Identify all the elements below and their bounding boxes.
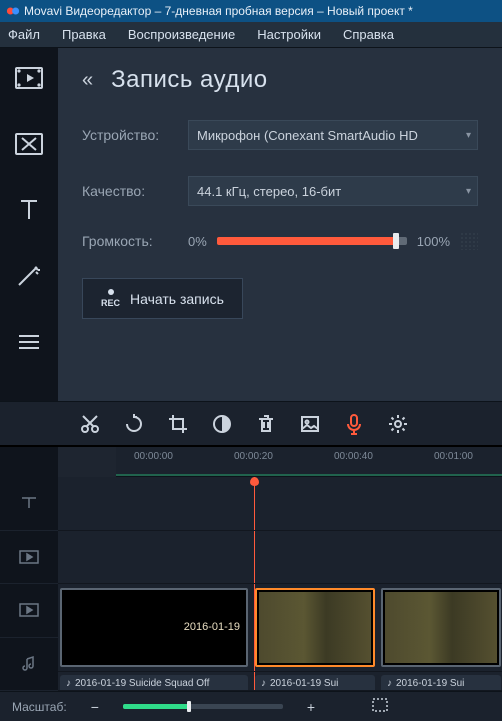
volume-slider[interactable] bbox=[217, 237, 407, 245]
volume-meter-icon bbox=[460, 232, 478, 250]
mode-effects[interactable] bbox=[11, 258, 47, 294]
crop-button[interactable] bbox=[158, 404, 198, 444]
zoom-label: Масштаб: bbox=[12, 700, 67, 714]
color-adjust-button[interactable] bbox=[202, 404, 242, 444]
device-label: Устройство: bbox=[82, 127, 178, 143]
menu-play[interactable]: Воспроизведение bbox=[128, 27, 235, 42]
timeline-ruler[interactable]: 00:00:00 00:00:20 00:00:40 00:01:00 bbox=[116, 447, 502, 477]
clip-properties-button[interactable] bbox=[378, 404, 418, 444]
mode-import[interactable] bbox=[11, 60, 47, 96]
record-audio-button[interactable] bbox=[334, 404, 374, 444]
panel-title: Запись аудио bbox=[111, 66, 267, 94]
image-properties-button[interactable] bbox=[290, 404, 330, 444]
overlay-track bbox=[58, 531, 502, 585]
menu-settings[interactable]: Настройки bbox=[257, 27, 321, 42]
volume-zero: 0% bbox=[188, 234, 207, 249]
track-audio-icon[interactable] bbox=[0, 638, 58, 692]
timeline-toolbar bbox=[0, 401, 502, 447]
mode-transitions[interactable] bbox=[11, 126, 47, 162]
quality-label: Качество: bbox=[82, 183, 178, 199]
video-clip-2[interactable] bbox=[255, 588, 375, 667]
delete-button[interactable] bbox=[246, 404, 286, 444]
mode-more[interactable] bbox=[11, 324, 47, 360]
menu-help[interactable]: Справка bbox=[343, 27, 394, 42]
track-video-icon[interactable] bbox=[0, 584, 58, 638]
video-clip-1[interactable]: 2016-01-19 bbox=[60, 588, 248, 667]
start-record-button[interactable]: REC Начать запись bbox=[82, 278, 243, 319]
zoom-out-button[interactable]: − bbox=[87, 699, 103, 715]
track-overlay-icon[interactable] bbox=[0, 531, 58, 585]
mode-sidebar bbox=[0, 48, 58, 401]
zoom-in-button[interactable]: + bbox=[303, 699, 319, 715]
rotate-button[interactable] bbox=[114, 404, 154, 444]
mode-titles[interactable] bbox=[11, 192, 47, 228]
zoom-bar: Масштаб: − + bbox=[0, 691, 502, 721]
menubar: Файл Правка Воспроизведение Настройки Сп… bbox=[0, 22, 502, 48]
volume-label: Громкость: bbox=[82, 233, 178, 249]
audio-record-panel: « Запись аудио Устройство: Микрофон (Con… bbox=[58, 48, 502, 401]
volume-full: 100% bbox=[417, 234, 450, 249]
device-select[interactable]: Микрофон (Conexant SmartAudio HD bbox=[188, 120, 478, 150]
track-headers bbox=[0, 477, 58, 691]
zoom-slider[interactable] bbox=[123, 704, 283, 709]
track-title-icon[interactable] bbox=[0, 477, 58, 531]
menu-file[interactable]: Файл bbox=[8, 27, 40, 42]
title-track bbox=[58, 477, 502, 531]
back-button[interactable]: « bbox=[82, 69, 93, 92]
audio-track bbox=[58, 672, 502, 691]
rec-icon: REC bbox=[101, 289, 120, 308]
quality-select[interactable]: 44.1 кГц, стерео, 16-бит bbox=[188, 176, 478, 206]
cut-button[interactable] bbox=[70, 404, 110, 444]
timeline-tracks[interactable]: 2016-01-19 ♪ 2016-01-19 Suicide Squad Of… bbox=[58, 477, 502, 691]
video-clip-3[interactable] bbox=[381, 588, 501, 667]
record-label: Начать запись bbox=[130, 291, 224, 307]
zoom-fit-button[interactable] bbox=[369, 697, 391, 716]
app-logo-icon bbox=[6, 4, 20, 18]
video-track: 2016-01-19 ♪ 2016-01-19 Suicide Squad Of… bbox=[58, 584, 502, 672]
window-title: Movavi Видеоредактор – 7-дневная пробная… bbox=[24, 4, 413, 18]
titlebar: Movavi Видеоредактор – 7-дневная пробная… bbox=[0, 0, 502, 22]
menu-edit[interactable]: Правка bbox=[62, 27, 106, 42]
